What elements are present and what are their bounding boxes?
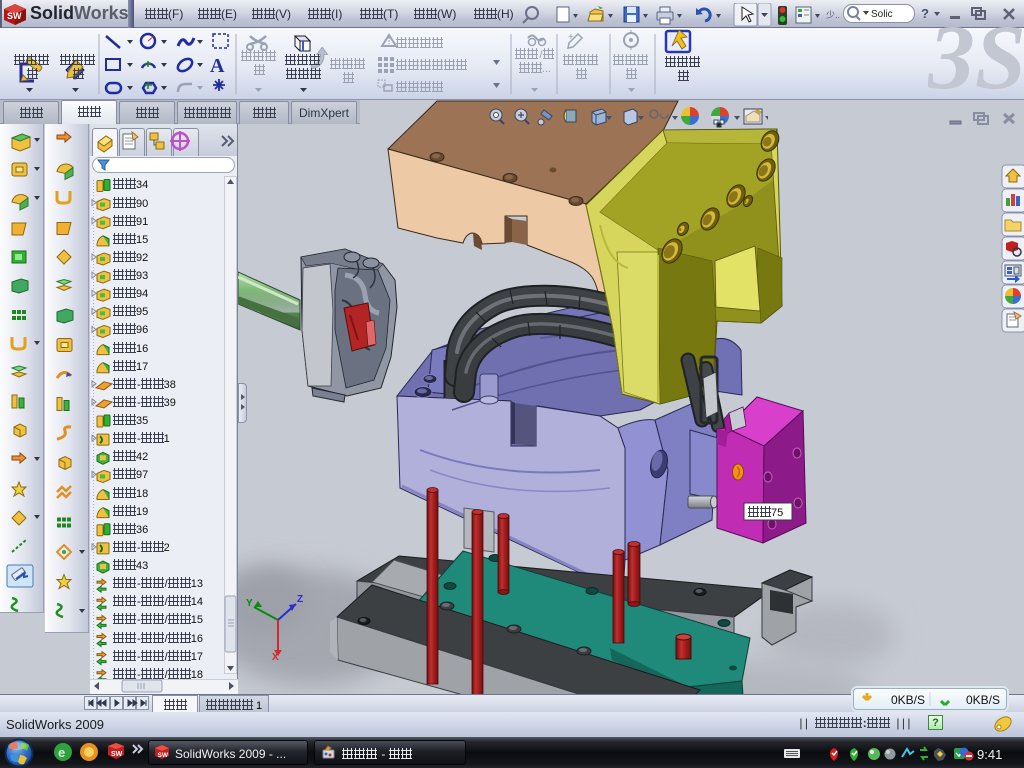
svg-text:X: X (272, 652, 279, 663)
svg-text:A: A (210, 55, 225, 77)
svg-text:SW: SW (111, 751, 123, 758)
svg-text:0KB/S: 0KB/S (966, 693, 1000, 707)
svg-text:Solic: Solic (871, 9, 893, 20)
svg-text:SW: SW (7, 11, 22, 21)
svg-text:Y: Y (246, 598, 253, 609)
svg-text:+: + (568, 32, 574, 43)
svg-text:e: e (58, 745, 65, 760)
svg-text:少..: 少.. (826, 10, 840, 20)
svg-text:Z: Z (297, 594, 303, 605)
svg-text:SW: SW (158, 752, 169, 759)
svg-text:0KB/S: 0KB/S (891, 693, 925, 707)
